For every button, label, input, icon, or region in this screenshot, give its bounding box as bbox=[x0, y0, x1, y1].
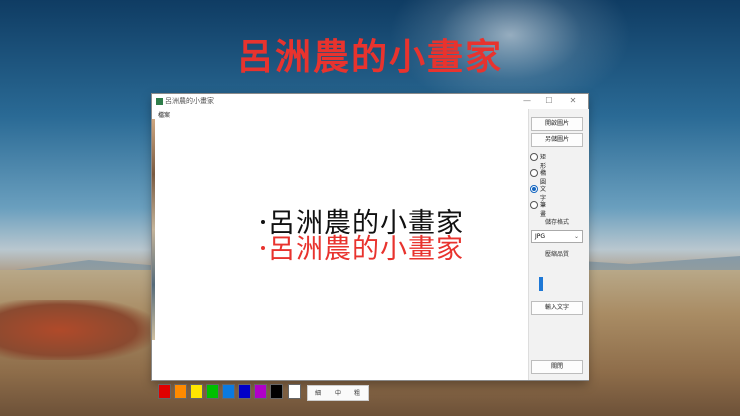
size-thick-button[interactable]: 粗 bbox=[354, 388, 360, 397]
format-label: 儲存格式 bbox=[544, 219, 569, 226]
maximize-button[interactable]: ☐ bbox=[538, 95, 560, 107]
drawing-canvas[interactable]: 呂洲農的小畫家 呂洲農的小畫家 細 中 粗 bbox=[152, 119, 528, 401]
canvas-image-edge bbox=[152, 119, 155, 340]
minimize-button[interactable]: — bbox=[516, 95, 538, 107]
text-anchor-dot-black bbox=[261, 220, 265, 224]
close-window-button[interactable]: ✕ bbox=[562, 95, 584, 107]
radio-circle bbox=[530, 169, 538, 177]
color-swatch-orange[interactable] bbox=[174, 384, 187, 399]
canvas-text-red: 呂洲農的小畫家 bbox=[268, 234, 464, 265]
tool-panel: 開啟圖片 另儲圖片 矩形 橢圓 文字 筆畫 儲存格式 JPG ⌄ 壓縮品質 輸入… bbox=[528, 109, 589, 380]
color-swatch-black[interactable] bbox=[270, 384, 283, 399]
menu-bar: 檔案 bbox=[152, 109, 528, 119]
format-select[interactable]: JPG ⌄ bbox=[531, 230, 583, 243]
quality-label: 壓縮品質 bbox=[544, 251, 569, 258]
color-swatch-red[interactable] bbox=[158, 384, 171, 399]
color-swatch-blue[interactable] bbox=[222, 384, 235, 399]
color-swatch-yellow[interactable] bbox=[190, 384, 203, 399]
input-text-button[interactable]: 輸入文字 bbox=[531, 301, 583, 315]
window-title: 呂洲農的小畫家 bbox=[165, 97, 214, 105]
size-thin-button[interactable]: 細 bbox=[315, 388, 321, 397]
app-window: 呂洲農的小畫家 — ☐ ✕ 檔案 呂洲農的小畫家 呂洲農的小畫家 細 中 粗 開… bbox=[152, 94, 589, 401]
close-button[interactable]: 關閉 bbox=[531, 360, 583, 374]
menu-file[interactable]: 檔案 bbox=[158, 110, 170, 119]
open-image-button[interactable]: 開啟圖片 bbox=[531, 117, 583, 131]
quality-slider-thumb[interactable] bbox=[539, 277, 543, 291]
format-value: JPG bbox=[535, 233, 546, 240]
color-swatch-navy[interactable] bbox=[238, 384, 251, 399]
radio-circle bbox=[530, 201, 538, 209]
chevron-down-icon: ⌄ bbox=[573, 233, 579, 240]
color-swatch-purple[interactable] bbox=[254, 384, 267, 399]
save-as-button[interactable]: 另儲圖片 bbox=[531, 133, 583, 147]
wallpaper-red-rock bbox=[0, 300, 150, 360]
radio-circle-selected bbox=[530, 185, 538, 193]
radio-circle bbox=[530, 153, 538, 161]
size-medium-button[interactable]: 中 bbox=[335, 388, 341, 397]
radio-label: 筆畫 bbox=[540, 202, 547, 218]
app-icon bbox=[156, 98, 163, 105]
brush-size-group: 細 中 粗 bbox=[307, 385, 369, 401]
banner-title: 呂洲農的小畫家 bbox=[236, 37, 503, 78]
text-anchor-dot-red bbox=[261, 246, 265, 250]
color-swatch-green[interactable] bbox=[206, 384, 219, 399]
title-bar: 呂洲農的小畫家 — ☐ ✕ bbox=[152, 94, 588, 109]
color-swatch-white[interactable] bbox=[288, 384, 301, 399]
